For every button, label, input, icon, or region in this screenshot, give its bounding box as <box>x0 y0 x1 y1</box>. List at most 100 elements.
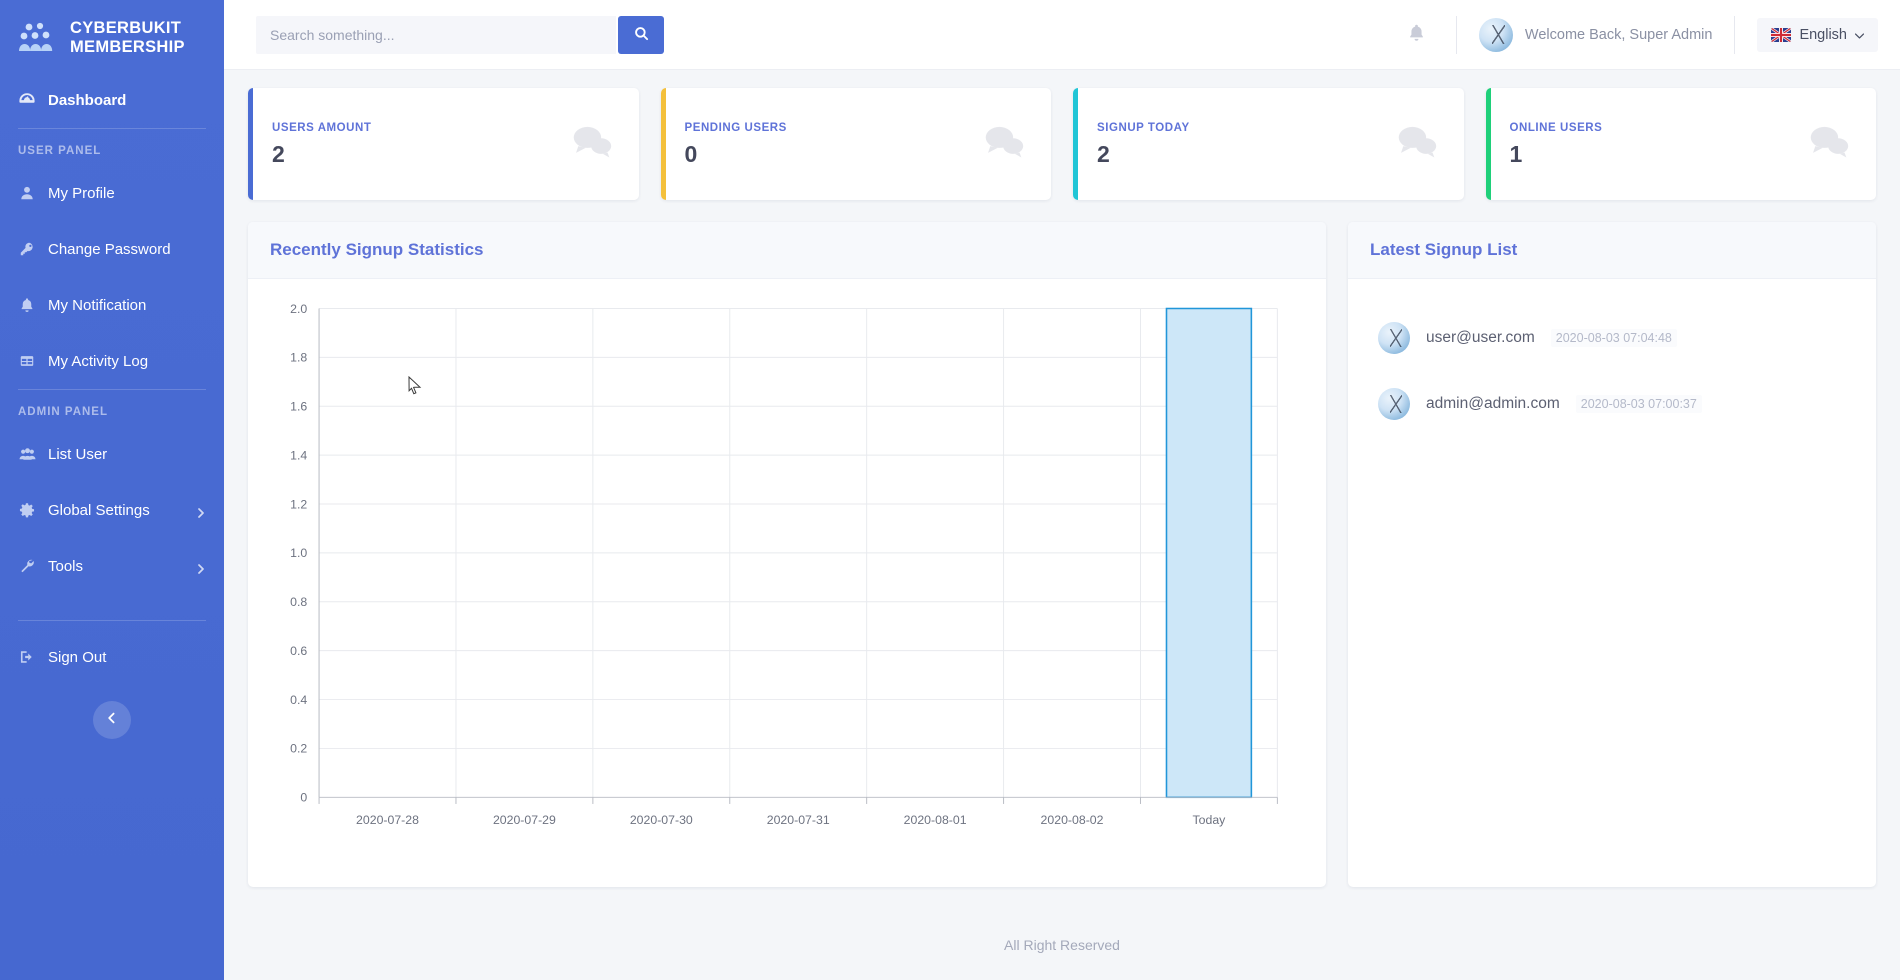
sidebar-item-label: Global Settings <box>48 502 184 519</box>
header-separator <box>1456 16 1457 54</box>
svg-text:2020-07-31: 2020-07-31 <box>767 813 830 827</box>
user-menu[interactable]: Welcome Back, Super Admin <box>1479 18 1713 52</box>
stat-card-online-users[interactable]: ONLINE USERS 1 <box>1486 88 1877 200</box>
search-icon <box>634 26 649 44</box>
stat-card-signup-today[interactable]: SIGNUP TODAY 2 <box>1073 88 1464 200</box>
svg-text:2020-07-30: 2020-07-30 <box>630 813 693 827</box>
svg-text:1.8: 1.8 <box>290 351 307 365</box>
top-header: Welcome Back, Super Admin English <box>224 0 1900 70</box>
page-content: USERS AMOUNT 2 PENDING USER <box>224 70 1900 910</box>
signup-list: user@user.com 2020-08-03 07:04:48 admin@… <box>1348 279 1876 463</box>
search-area <box>256 16 664 54</box>
svg-text:0.4: 0.4 <box>290 693 307 707</box>
user-icon <box>18 184 36 202</box>
bell-icon <box>18 296 36 314</box>
chevron-down-icon <box>1855 27 1864 43</box>
sidebar-item-label: My Activity Log <box>48 353 206 370</box>
users-icon <box>18 445 36 463</box>
chevron-right-icon <box>196 505 206 515</box>
svg-text:0.2: 0.2 <box>290 742 307 756</box>
svg-text:2020-08-02: 2020-08-02 <box>1041 813 1104 827</box>
sidebar-section-user-panel: USER PANEL <box>0 129 224 165</box>
sidebar-item-label: List User <box>48 446 206 463</box>
sidebar-item-label: Sign Out <box>48 649 206 666</box>
header-separator-2 <box>1734 16 1735 54</box>
avatar <box>1378 322 1410 354</box>
chat-bubbles-icon <box>1808 125 1850 163</box>
footer: All Right Reserved <box>224 910 1900 980</box>
signup-chart[interactable]: 00.20.40.60.81.01.21.41.61.82.02020-07-2… <box>248 279 1326 879</box>
svg-text:1.0: 1.0 <box>290 546 307 560</box>
svg-text:1.4: 1.4 <box>290 449 307 463</box>
sidebar-item-my-notification[interactable]: My Notification <box>0 277 224 333</box>
brand-line-1: CYBERBUKIT <box>70 19 181 37</box>
sidebar-item-label: My Profile <box>48 185 206 202</box>
sidebar-divider-3 <box>18 620 206 621</box>
stat-card-pending-users[interactable]: PENDING USERS 0 <box>661 88 1052 200</box>
stat-cards-row: USERS AMOUNT 2 PENDING USER <box>248 88 1876 200</box>
sidebar-item-my-profile[interactable]: My Profile <box>0 165 224 221</box>
sidebar-item-sign-out[interactable]: Sign Out <box>0 629 224 685</box>
panels-row: Recently Signup Statistics 0 0.2 0.4 0.6 0.8… <box>248 222 1876 887</box>
stat-card-label: USERS AMOUNT <box>272 122 571 134</box>
svg-text:Today: Today <box>1193 813 1227 827</box>
sign-out-icon <box>18 648 36 666</box>
stat-card-label: ONLINE USERS <box>1510 122 1809 134</box>
chart-svg: 00.20.40.60.81.01.21.41.61.82.02020-07-2… <box>258 299 1302 859</box>
avatar <box>1378 388 1410 420</box>
brand[interactable]: CYBERBUKIT MEMBERSHIP <box>0 0 224 72</box>
svg-text:0.8: 0.8 <box>290 595 307 609</box>
signup-statistics-panel: Recently Signup Statistics 0 0.2 0.4 0.6 0.8… <box>248 222 1326 887</box>
wrench-icon <box>18 557 36 575</box>
sidebar-item-list-user[interactable]: List User <box>0 426 224 482</box>
panel-title: Recently Signup Statistics <box>248 222 1326 279</box>
sidebar-item-label: Dashboard <box>48 92 206 109</box>
language-selector[interactable]: English <box>1757 18 1878 52</box>
sidebar-item-label: Change Password <box>48 241 206 258</box>
stat-card-text: PENDING USERS 0 <box>685 122 984 166</box>
svg-text:1.6: 1.6 <box>290 400 307 414</box>
sidebar-item-label: My Notification <box>48 297 206 314</box>
app-root: CYBERBUKIT MEMBERSHIP Dashboard USER PAN… <box>0 0 1900 980</box>
chevron-left-icon <box>106 711 118 729</box>
stat-card-users-amount[interactable]: USERS AMOUNT 2 <box>248 88 639 200</box>
stat-card-value: 2 <box>1097 143 1396 166</box>
chat-bubbles-icon <box>1396 125 1438 163</box>
footer-text: All Right Reserved <box>1004 937 1120 953</box>
welcome-text: Welcome Back, Super Admin <box>1525 27 1713 43</box>
sidebar-item-my-activity-log[interactable]: My Activity Log <box>0 333 224 389</box>
sidebar-item-global-settings[interactable]: Global Settings <box>0 482 224 538</box>
svg-text:2020-07-28: 2020-07-28 <box>356 813 419 827</box>
sidebar-item-change-password[interactable]: Change Password <box>0 221 224 277</box>
sidebar-item-tools[interactable]: Tools <box>0 538 224 594</box>
notification-button[interactable] <box>1400 18 1434 52</box>
sidebar-collapse-button[interactable] <box>93 701 131 739</box>
list-item[interactable]: admin@admin.com 2020-08-03 07:00:37 <box>1378 371 1846 437</box>
sidebar-item-dashboard[interactable]: Dashboard <box>0 72 224 128</box>
table-icon <box>18 352 36 370</box>
svg-text:2020-07-29: 2020-07-29 <box>493 813 556 827</box>
key-icon <box>18 240 36 258</box>
stat-card-label: PENDING USERS <box>685 122 984 134</box>
bell-icon <box>1407 23 1426 47</box>
latest-signup-panel: Latest Signup List user@user.com 2020-08… <box>1348 222 1876 887</box>
stat-card-value: 1 <box>1510 143 1809 166</box>
gear-icon <box>18 501 36 519</box>
signup-email: admin@admin.com <box>1426 395 1560 413</box>
language-label: English <box>1799 27 1847 43</box>
sidebar-item-label: Tools <box>48 558 184 575</box>
stat-card-value: 2 <box>272 143 571 166</box>
main-area: Welcome Back, Super Admin English <box>224 0 1900 980</box>
signup-email: user@user.com <box>1426 329 1535 347</box>
signup-time: 2020-08-03 07:04:48 <box>1551 329 1677 347</box>
sidebar: CYBERBUKIT MEMBERSHIP Dashboard USER PAN… <box>0 0 224 980</box>
stat-card-label: SIGNUP TODAY <box>1097 122 1396 134</box>
avatar <box>1479 18 1513 52</box>
stat-card-text: SIGNUP TODAY 2 <box>1097 122 1396 166</box>
svg-text:0: 0 <box>300 791 307 805</box>
list-item[interactable]: user@user.com 2020-08-03 07:04:48 <box>1378 305 1846 371</box>
search-button[interactable] <box>618 16 664 54</box>
svg-text:0.6: 0.6 <box>290 644 307 658</box>
search-input[interactable] <box>256 16 616 54</box>
panel-title: Latest Signup List <box>1348 222 1876 279</box>
